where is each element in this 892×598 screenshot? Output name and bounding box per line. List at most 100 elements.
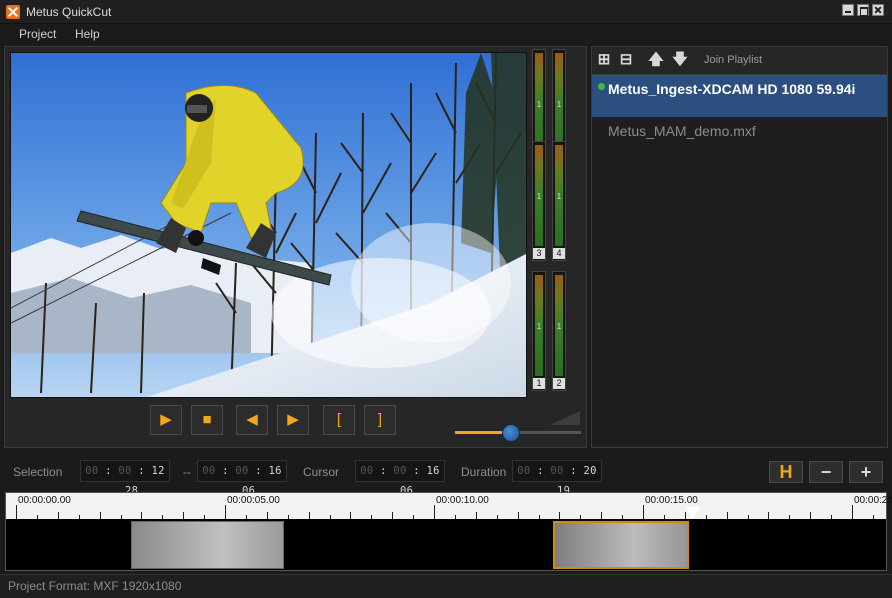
ruler-tick — [852, 505, 853, 519]
ruler-tick — [329, 515, 331, 519]
selection-out-field[interactable]: 00 : 00 : 16 . 06 — [197, 460, 287, 497]
timeline-clip[interactable] — [130, 521, 284, 569]
stop-icon: ■ — [202, 411, 212, 428]
minus-icon: − — [820, 462, 832, 482]
ruler-tick — [162, 515, 164, 519]
playlist-item-name: Metus_MAM_demo.mxf — [608, 123, 756, 139]
next-frame-button[interactable]: ▶ — [277, 405, 309, 435]
zoom-fit-button[interactable]: H — [769, 461, 803, 483]
playlist-item[interactable]: Metus_Ingest-XDCAM HD 1080 59.94i — [592, 75, 887, 117]
ruler-tick — [120, 515, 122, 519]
menu-bar: Project Help — [0, 24, 892, 46]
ruler-label: 00:00:10.00 — [436, 495, 489, 506]
mark-in-icon: [ — [336, 411, 342, 428]
playlist-list: Metus_Ingest-XDCAM HD 1080 59.94i Metus_… — [592, 74, 887, 446]
ruler-label: 00:00:05.00 — [227, 495, 280, 506]
ruler-tick — [204, 515, 206, 519]
playlist-panel: ⊞ ⊟ 🡅 🡇 Join Playlist Metus_Ingest-XDCAM… — [591, 46, 888, 448]
close-icon[interactable] — [872, 4, 884, 16]
app-logo-icon — [6, 5, 20, 19]
ruler-tick — [183, 512, 185, 519]
ruler-tick — [831, 515, 833, 519]
audio-meter-1-2: 11 12 — [532, 271, 568, 391]
selection-in-field[interactable]: 00 : 00 : 12 . 28 — [80, 460, 170, 497]
ruler-tick — [225, 505, 226, 519]
selection-separator: -- — [183, 465, 191, 479]
timecode-row: Selection 00 : 00 : 12 . 28 -- 00 : 00 :… — [0, 458, 892, 497]
timeline-ruler[interactable]: 00:00:00.00 00:00:05.00 00:00:10.00 00:00:1… — [6, 493, 892, 519]
project-format-status: Project Format: MXF 1920x1080 — [8, 579, 182, 593]
playlist-item-name: Metus_Ingest-XDCAM HD 1080 59.94i — [608, 81, 856, 97]
title-bar: Metus QuickCut — [0, 0, 892, 24]
remove-icon[interactable]: ⊟ — [618, 52, 634, 68]
ruler-tick — [768, 512, 770, 519]
volume-icon — [550, 411, 580, 425]
playlist-item[interactable]: Metus_MAM_demo.mxf — [592, 117, 887, 145]
duration-label: Duration — [461, 465, 507, 479]
ruler-label: 00:00:15.00 — [645, 495, 698, 506]
ruler-tick — [601, 512, 603, 519]
audio-meter-3-4: 13 14 — [532, 141, 568, 261]
online-status-icon — [598, 83, 605, 90]
selection-label: Selection — [13, 465, 63, 479]
timeline[interactable]: 00:00:00.00 00:00:05.00 00:00:10.00 00:00:1… — [5, 492, 892, 571]
ruler-tick — [350, 512, 352, 519]
timeline-clip[interactable] — [553, 521, 689, 569]
ruler-tick — [392, 512, 394, 519]
zoom-in-button[interactable]: + — [849, 461, 883, 483]
plus-icon: + — [860, 462, 872, 482]
audio-meter: 11 — [532, 271, 546, 391]
video-preview[interactable] — [10, 52, 527, 398]
mark-in-button[interactable]: [ — [323, 405, 355, 435]
step-back-icon: ◀ — [246, 411, 258, 428]
ruler-tick — [287, 515, 289, 519]
add-icon[interactable]: ⊞ — [596, 52, 612, 68]
playlist-toolbar: ⊞ ⊟ 🡅 🡇 Join Playlist — [592, 47, 887, 73]
ruler-tick — [454, 515, 456, 519]
menu-project[interactable]: Project — [19, 27, 56, 41]
move-up-icon[interactable]: 🡅 — [648, 52, 664, 68]
ruler-tick — [872, 515, 874, 519]
cursor-label: Cursor — [303, 465, 340, 479]
previous-frame-button[interactable]: ◀ — [236, 405, 268, 435]
ruler-label: 00:00:00.00 — [18, 495, 71, 506]
ruler-tick — [36, 515, 38, 519]
ruler-tick — [99, 512, 101, 519]
play-button[interactable]: ▶ — [150, 405, 182, 435]
ruler-tick — [705, 515, 707, 519]
ruler-tick — [496, 515, 498, 519]
join-playlist-button[interactable]: Join Playlist — [704, 54, 762, 66]
mark-out-button[interactable]: ] — [364, 405, 396, 435]
zoom-out-button[interactable]: − — [809, 461, 843, 483]
ruler-tick — [810, 512, 812, 519]
play-icon: ▶ — [160, 411, 172, 428]
status-bar: Project Format: MXF 1920x1080 — [0, 574, 892, 598]
audio-meter: 12 — [552, 271, 566, 391]
mark-out-icon: ] — [377, 411, 383, 428]
player-panel: 15 16 13 14 11 12 ▶ ■ ◀ ▶ [ ] — [4, 46, 587, 448]
stop-button[interactable]: ■ — [191, 405, 223, 435]
ruler-tick — [266, 512, 268, 519]
ruler-tick — [371, 515, 373, 519]
ruler-tick — [16, 505, 17, 519]
ruler-tick — [141, 512, 143, 519]
ruler-tick — [663, 515, 665, 519]
audio-meter: 13 — [532, 141, 546, 261]
ruler-tick — [580, 515, 582, 519]
move-down-icon[interactable]: 🡇 — [672, 52, 688, 68]
ruler-tick — [559, 512, 561, 519]
ruler-tick — [434, 505, 435, 519]
ruler-tick — [517, 512, 519, 519]
volume-slider-thumb[interactable] — [502, 424, 521, 442]
ruler-tick — [78, 515, 80, 519]
ruler-tick — [245, 515, 247, 519]
playhead-marker[interactable] — [686, 507, 701, 519]
maximize-icon[interactable] — [857, 4, 869, 16]
cursor-field[interactable]: 00 : 00 : 16 . 06 — [355, 460, 445, 497]
audio-meter: 14 — [552, 141, 566, 261]
minimize-icon[interactable] — [842, 4, 854, 16]
ruler-tick — [789, 515, 791, 519]
video-frame-image — [11, 53, 526, 397]
menu-help[interactable]: Help — [75, 27, 100, 41]
ruler-tick — [57, 512, 59, 519]
